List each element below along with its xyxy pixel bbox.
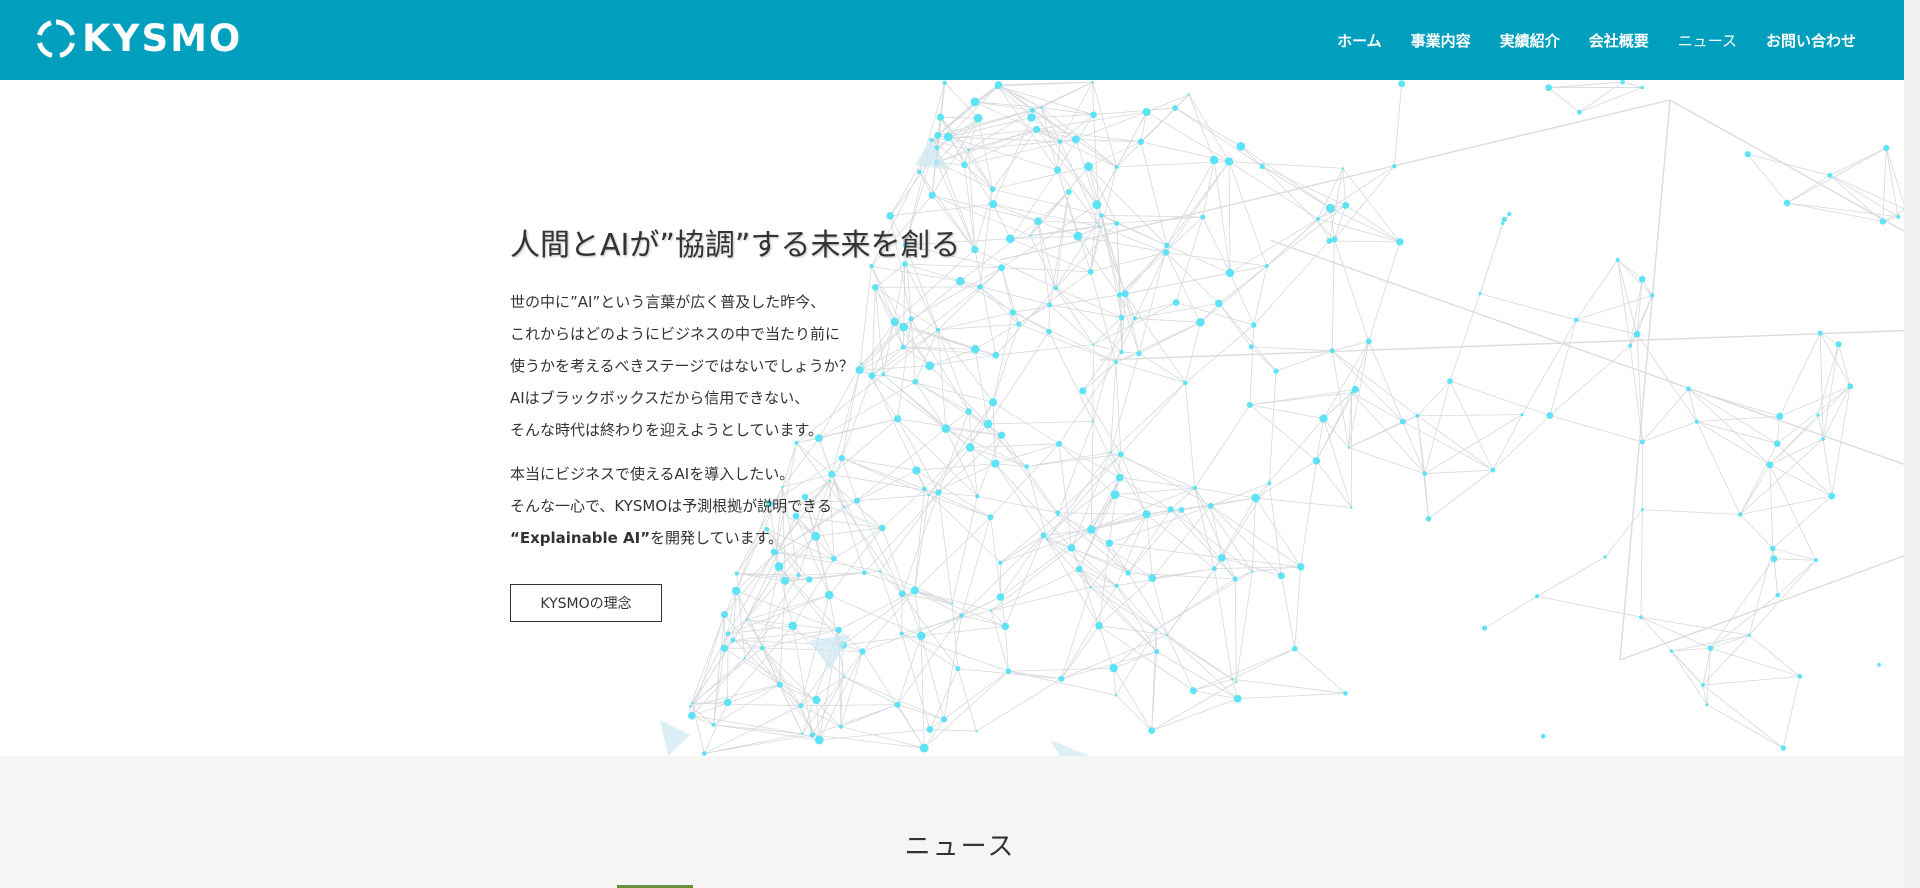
news-section: ニュース [0, 756, 1904, 888]
nav-item-business[interactable]: 事業内容 [1411, 30, 1471, 51]
main-nav: ホーム 事業内容 実績紹介 会社概要 ニュース お問い合わせ [1308, 0, 1856, 80]
hero-line: 世の中に”AI”という言葉が広く普及した昨今、 [510, 293, 826, 311]
nav-item-works[interactable]: 実績紹介 [1500, 30, 1560, 51]
hero-line: そんな一心で、KYSMOは予測根拠が説明できる [510, 497, 832, 515]
hero-line: 本当にビジネスで使えるAIを導入したい。 [510, 465, 795, 483]
hero-line: 使うかを考えるべきステージではないでしょうか？ [510, 357, 854, 375]
logo[interactable]: KYSMO [36, 18, 242, 60]
scrollbar[interactable] [1904, 0, 1920, 888]
hero-line-explainable: “Explainable AI”を開発しています。 [510, 522, 1070, 554]
hero-line: これからはどのようにビジネスの中で当たり前に [510, 325, 841, 343]
hero-paragraph-1: 世の中に”AI”という言葉が広く普及した昨今、 これからはどのようにビジネスの中… [510, 286, 1070, 446]
nav-item-contact[interactable]: お問い合わせ [1766, 30, 1856, 51]
nav-item-home[interactable]: ホーム [1337, 30, 1382, 51]
explainable-ai-emphasis: “Explainable AI” [510, 529, 651, 547]
site-header: KYSMO ホーム 事業内容 実績紹介 会社概要 ニュース お問い合わせ [0, 0, 1904, 80]
hero-content: 人間とAIが”協調”する未来を創る 世の中に”AI”という言葉が広く普及した昨今… [510, 220, 1070, 622]
page: KYSMO ホーム 事業内容 実績紹介 会社概要 ニュース お問い合わせ 人間と… [0, 0, 1920, 888]
philosophy-button[interactable]: KYSMOの理念 [510, 584, 662, 622]
hero-paragraph-2: 本当にビジネスで使えるAIを導入したい。 そんな一心で、KYSMOは予測根拠が説… [510, 458, 1070, 554]
hero-title: 人間とAIが”協調”する未来を創る [510, 228, 961, 263]
hero-line: AIはブラックボックスだから信用できない、 [510, 389, 810, 407]
logo-text: KYSMO [82, 17, 243, 60]
hero-line-tail: を開発しています。 [650, 529, 784, 547]
news-title: ニュース [904, 832, 1016, 862]
hero-line: そんな時代は終わりを迎えようとしています。 [510, 421, 824, 439]
hero-section: 人間とAIが”協調”する未来を創る 世の中に”AI”という言葉が広く普及した昨今… [0, 80, 1920, 756]
nav-item-news[interactable]: ニュース [1678, 30, 1737, 51]
logo-ring-icon [37, 19, 75, 58]
nav-item-company[interactable]: 会社概要 [1589, 30, 1649, 51]
